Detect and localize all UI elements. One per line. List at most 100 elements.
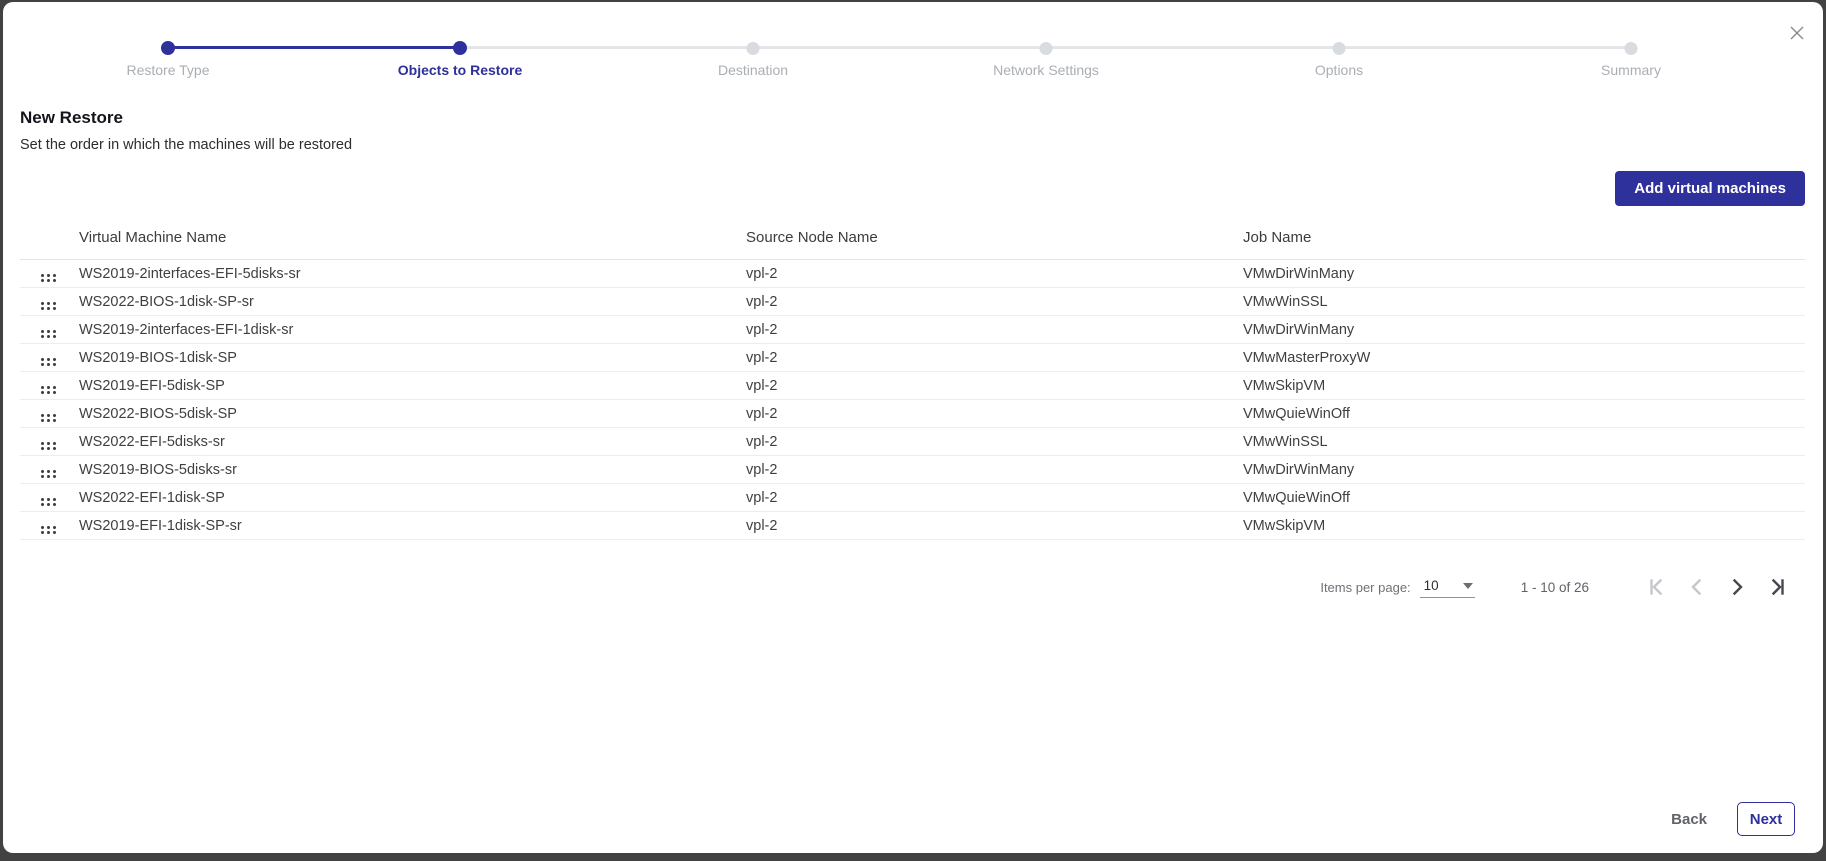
pagination-range: 1 - 10 of 26 [1521,580,1589,595]
table-row: WS2019-EFI-5disk-SPvpl-2VMwSkipVM [20,372,1805,400]
job-name-cell: VMwWinSSL [1243,294,1805,310]
step-label-network-settings: Network Settings [936,62,1156,78]
job-name-cell: VMwSkipVM [1243,518,1805,534]
back-button[interactable]: Back [1667,805,1711,834]
drag-handle-cell [20,377,79,394]
drag-handle-cell [20,349,79,366]
table-row: WS2019-2interfaces-EFI-1disk-srvpl-2VMwD… [20,316,1805,344]
next-page-icon [1726,576,1748,598]
table-row: WS2019-BIOS-5disks-srvpl-2VMwDirWinMany [20,456,1805,484]
drag-handle-cell [20,433,79,450]
drag-handle-cell [20,265,79,282]
vm-name-cell: WS2019-2interfaces-EFI-1disk-sr [79,322,746,338]
source-node-cell: vpl-2 [746,350,1243,366]
source-node-cell: vpl-2 [746,378,1243,394]
vm-name-cell: WS2022-EFI-1disk-SP [79,490,746,506]
step-dot-restore-type [161,41,175,55]
source-node-cell: vpl-2 [746,434,1243,450]
job-name-cell: VMwDirWinMany [1243,266,1805,282]
drag-handle-icon[interactable] [41,274,56,282]
page-title: New Restore [20,108,123,128]
table-row: WS2022-BIOS-1disk-SP-srvpl-2VMwWinSSL [20,288,1805,316]
drag-handle-icon[interactable] [41,330,56,338]
previous-page-button[interactable] [1685,575,1709,599]
drag-handle-icon[interactable] [41,386,56,394]
vm-name-cell: WS2022-EFI-5disks-sr [79,434,746,450]
wizard-footer: Back Next [1667,802,1795,836]
step-dot-destination [747,42,760,55]
vm-name-cell: WS2019-EFI-5disk-SP [79,378,746,394]
source-node-cell: vpl-2 [746,406,1243,422]
vm-name-cell: WS2019-EFI-1disk-SP-sr [79,518,746,534]
items-per-page-select[interactable]: 10 [1420,576,1475,598]
job-name-cell: VMwSkipVM [1243,378,1805,394]
step-dot-network-settings [1040,42,1053,55]
table-row: WS2022-EFI-5disks-srvpl-2VMwWinSSL [20,428,1805,456]
next-button[interactable]: Next [1737,802,1795,836]
column-header-source-node: Source Node Name [746,229,1243,246]
job-name-cell: VMwQuieWinOff [1243,490,1805,506]
next-page-button[interactable] [1725,575,1749,599]
step-dot-summary [1625,42,1638,55]
table-row: WS2022-BIOS-5disk-SPvpl-2VMwQuieWinOff [20,400,1805,428]
vm-name-cell: WS2019-2interfaces-EFI-5disks-sr [79,266,746,282]
job-name-cell: VMwQuieWinOff [1243,406,1805,422]
first-page-button[interactable] [1645,575,1669,599]
items-per-page-label: Items per page: [1320,580,1410,595]
source-node-cell: vpl-2 [746,322,1243,338]
drag-handle-icon[interactable] [41,498,56,506]
drag-handle-icon[interactable] [41,526,56,534]
pagination: Items per page: 10 1 - 10 of 26 [1320,571,1789,603]
drag-handle-icon[interactable] [41,470,56,478]
column-header-vm-name: Virtual Machine Name [79,229,746,246]
last-page-button[interactable] [1765,575,1789,599]
drag-handle-icon[interactable] [41,442,56,450]
stepper-track-completed [168,46,460,49]
vm-name-cell: WS2019-BIOS-1disk-SP [79,350,746,366]
items-per-page-value: 10 [1424,578,1439,593]
source-node-cell: vpl-2 [746,294,1243,310]
drag-handle-icon[interactable] [41,302,56,310]
drag-handle-cell [20,489,79,506]
step-dot-objects-to-restore [453,41,467,55]
step-label-summary: Summary [1521,62,1741,78]
source-node-cell: vpl-2 [746,490,1243,506]
drag-handle-cell [20,321,79,338]
last-page-icon [1766,576,1788,598]
drag-handle-cell [20,461,79,478]
job-name-cell: VMwMasterProxyW [1243,350,1805,366]
vm-table: Virtual Machine Name Source Node Name Jo… [20,216,1805,540]
table-body: WS2019-2interfaces-EFI-5disks-srvpl-2VMw… [20,260,1805,540]
drag-handle-icon[interactable] [41,358,56,366]
step-label-objects-to-restore: Objects to Restore [350,62,570,78]
table-row: WS2022-EFI-1disk-SPvpl-2VMwQuieWinOff [20,484,1805,512]
step-label-restore-type: Restore Type [58,62,278,78]
drag-handle-icon[interactable] [41,414,56,422]
job-name-cell: VMwDirWinMany [1243,462,1805,478]
dropdown-caret-icon [1463,583,1473,589]
table-row: WS2019-BIOS-1disk-SPvpl-2VMwMasterProxyW [20,344,1805,372]
table-row: WS2019-EFI-1disk-SP-srvpl-2VMwSkipVM [20,512,1805,540]
column-header-job-name: Job Name [1243,229,1805,246]
drag-handle-cell [20,293,79,310]
new-restore-dialog: Restore Type Objects to Restore Destinatio… [3,2,1823,853]
vm-name-cell: WS2022-BIOS-1disk-SP-sr [79,294,746,310]
source-node-cell: vpl-2 [746,518,1243,534]
pagination-buttons [1629,575,1789,599]
step-dot-options [1333,42,1346,55]
vm-name-cell: WS2019-BIOS-5disks-sr [79,462,746,478]
table-header-row: Virtual Machine Name Source Node Name Jo… [20,216,1805,260]
previous-page-icon [1686,576,1708,598]
drag-handle-cell [20,405,79,422]
source-node-cell: vpl-2 [746,266,1243,282]
first-page-icon [1646,576,1668,598]
step-label-options: Options [1229,62,1449,78]
table-row: WS2019-2interfaces-EFI-5disks-srvpl-2VMw… [20,260,1805,288]
job-name-cell: VMwWinSSL [1243,434,1805,450]
job-name-cell: VMwDirWinMany [1243,322,1805,338]
add-virtual-machines-button[interactable]: Add virtual machines [1615,171,1805,206]
wizard-stepper: Restore Type Objects to Restore Destinatio… [3,2,1823,92]
step-label-destination: Destination [643,62,863,78]
drag-handle-cell [20,517,79,534]
vm-name-cell: WS2022-BIOS-5disk-SP [79,406,746,422]
